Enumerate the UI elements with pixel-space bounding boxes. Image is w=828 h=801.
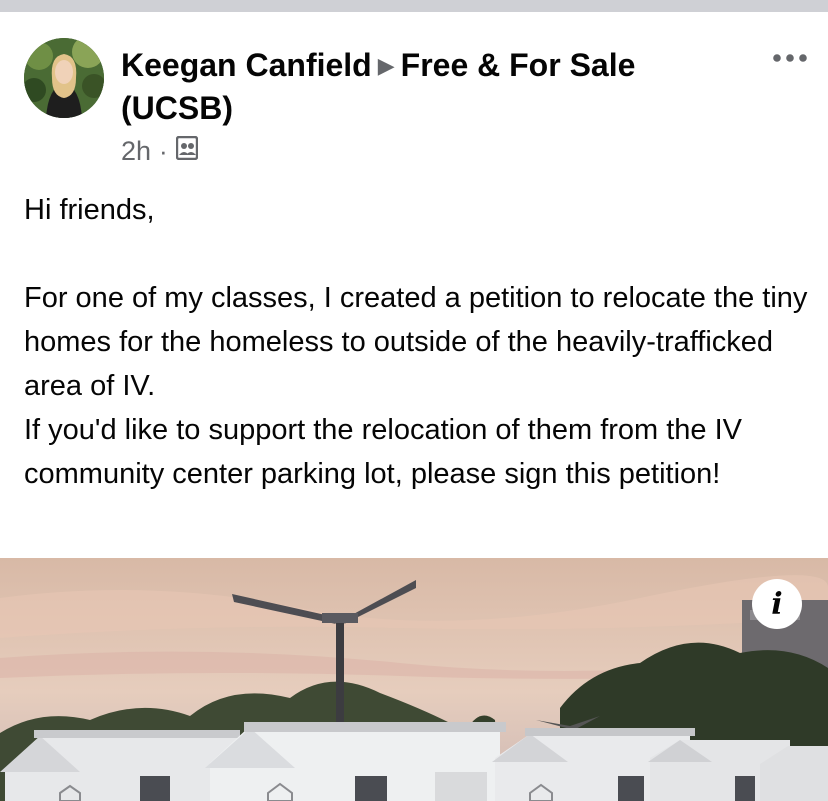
avatar-image — [24, 38, 104, 118]
info-icon: i — [771, 586, 783, 622]
info-button[interactable]: i — [752, 579, 802, 629]
more-options-button[interactable] — [768, 43, 812, 73]
post-photo[interactable] — [0, 558, 828, 801]
meta-separator: · — [159, 136, 168, 166]
post-paragraph: Hi friends, — [24, 194, 155, 226]
post-paragraph: For one of my classes, I created a petit… — [24, 282, 808, 402]
post-time[interactable]: 2h — [121, 136, 151, 167]
post-paragraph — [24, 232, 814, 276]
group-members-icon — [175, 135, 198, 167]
feed-divider — [0, 0, 828, 12]
play-arrow-icon: ▶ — [377, 53, 395, 78]
more-horizontal-icon — [773, 54, 807, 62]
post-paragraph: If you'd like to support the relocation … — [24, 414, 743, 490]
post-header: Keegan Canfield ▶ Free & For Sale (UCSB) — [121, 44, 721, 130]
post-meta: 2h · — [121, 135, 198, 167]
tiny-homes-photo — [0, 558, 828, 801]
avatar[interactable] — [24, 38, 104, 118]
author-name[interactable]: Keegan Canfield — [121, 47, 372, 83]
post-body: Hi friends, For one of my classes, I cre… — [24, 188, 814, 496]
